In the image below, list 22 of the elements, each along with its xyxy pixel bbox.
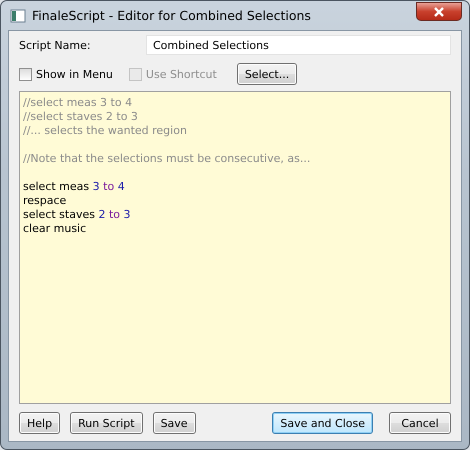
close-button[interactable] xyxy=(416,2,462,21)
code-line: //... selects the wanted region xyxy=(23,124,188,138)
code-line: select staves 2 to 3 xyxy=(23,208,132,222)
dialog-button[interactable]: Save and Close xyxy=(272,412,373,434)
dialog-button[interactable]: Cancel xyxy=(389,412,451,434)
window-title: FinaleScript - Editor for Combined Selections xyxy=(32,8,312,23)
dialog-button[interactable]: Help xyxy=(19,412,60,434)
option-checkbox[interactable]: Show in Menu xyxy=(19,68,113,80)
code-line: //select staves 2 to 3 xyxy=(23,110,139,124)
code-line: //Note that the selections must be consecutive, as... xyxy=(23,152,312,166)
field-label: Script Name: xyxy=(19,38,92,52)
app-icon xyxy=(10,8,26,24)
code-line: clear music xyxy=(23,222,88,236)
select-button[interactable]: Select... xyxy=(236,63,298,85)
close-icon xyxy=(433,6,445,16)
script-editor[interactable]: //select meas 3 to 4 //select staves 2 to 3 //... selects the wanted region //Note that the selections must be consecutive, as... select meas 3 to 4 respace select staves 2 to 3 clear music xyxy=(19,91,451,404)
code-line: //select meas 3 to 4 xyxy=(23,96,134,110)
code-line: respace xyxy=(23,194,68,208)
dialog-button[interactable]: Run Script xyxy=(70,412,143,434)
dialog-button[interactable]: Save xyxy=(152,412,196,434)
code-line: select meas 3 to 4 xyxy=(23,180,126,194)
script-name-field[interactable]: Combined Selections xyxy=(146,35,451,55)
